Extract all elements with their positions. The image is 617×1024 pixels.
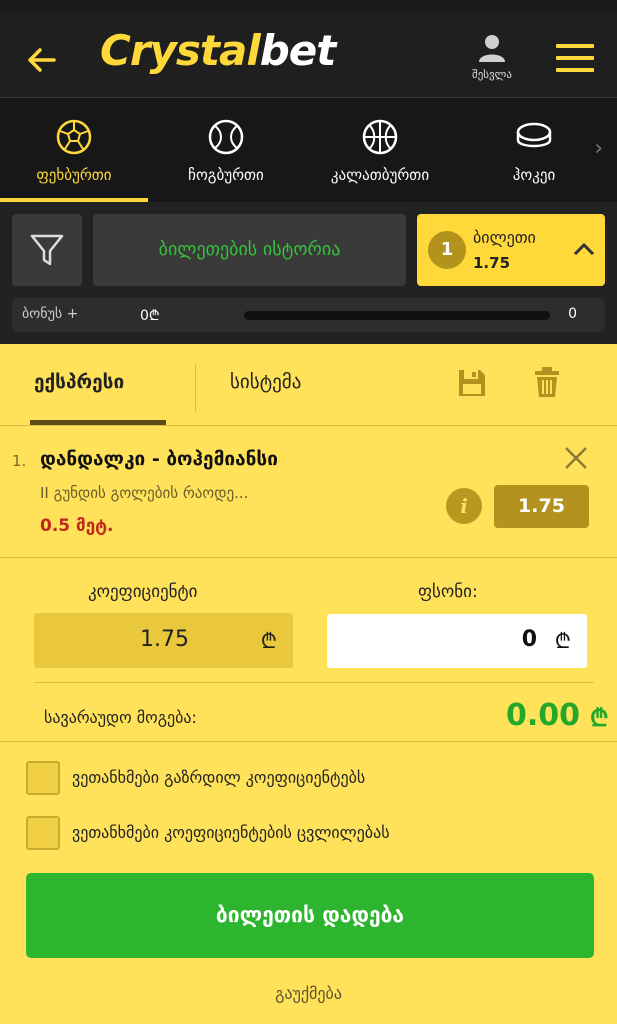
bet-selection: 1. დანდალკი - ბოჰემიანსი II გუნდის გოლებ… [0,426,617,558]
divider [34,682,594,683]
lari-icon: ₾ [590,704,609,732]
close-icon[interactable] [564,446,588,470]
save-icon[interactable] [457,368,487,398]
selection-odds: 1.75 [494,485,589,528]
potential-win-label: სავარაუდო მოგება: [44,708,197,727]
back-arrow-icon[interactable] [24,42,60,78]
lari-icon: ₾ [554,629,571,653]
hockey-puck-icon [516,122,552,148]
sport-label: ჩოგბურთი [188,166,264,184]
filter-button[interactable] [12,214,82,286]
tab-system[interactable]: სისტემა [230,371,301,393]
accept-increased-odds-label: ვეთანხმები გაზრდილ კოეფიციენტებს [72,768,366,787]
accept-odds-change-label: ვეთანხმები კოეფიციენტების ცვლილებას [72,823,390,842]
accept-increased-odds-checkbox[interactable] [26,761,60,795]
betslip-bar: ბილეთების ისტორია 1 ბილეთი 1.75 ბონუს + … [0,202,617,344]
tennis-ball-icon [208,119,244,155]
user-icon [479,35,505,62]
ticket-history-button[interactable]: ბილეთების ისტორია [93,214,406,286]
bonus-end-value: 0 [568,306,577,322]
sports-nav: ფეხბურთი ჩოგბურთი კალათბურთი ჰოკეი › [0,98,617,202]
potential-win-value: 0.00 [506,698,581,733]
ticket-toggle[interactable]: 1 ბილეთი 1.75 [417,214,605,286]
sport-label: ფეხბურთი [36,166,112,184]
bonus-progress-track [244,311,550,320]
ticket-label: ბილეთი [473,228,536,247]
sport-label: კალათბურთი [330,166,430,184]
stake-label: ფსონი: [418,582,478,602]
lari-icon: ₾ [260,629,277,653]
crystalbet-logo[interactable]: Crystalbet [100,26,336,75]
sport-tab-tennis[interactable]: ჩოგბურთი [152,98,300,202]
info-icon[interactable]: i [446,488,482,524]
bet-type-tabs: ექსპრესი სისტემა [0,344,617,426]
login-label: შესვლა [472,68,512,81]
sport-label: ჰოკეი [512,166,556,184]
sport-tab-football[interactable]: ფეხბურთი [0,98,148,202]
hamburger-menu-icon[interactable] [556,42,594,74]
stake-value: 0 [521,627,537,652]
active-tab-underline [30,420,166,425]
coefficient-field: 1.75 ₾ [34,613,293,668]
app-header: Crystalbet შესვლა [0,0,617,98]
login-button[interactable]: შესვლა [462,32,522,81]
soccer-ball-icon [56,119,92,155]
bonus-value: 0₾ [140,308,160,324]
divider [195,364,196,412]
bonus-progress: ბონუს + 0₾ 0 [12,298,605,332]
event-name: დანდალკი - ბოჰემიანსი [40,448,278,470]
bonus-label: ბონუს + [22,306,79,322]
selection-index: 1. [12,452,27,470]
coefficient-label: კოეფიციენტი [88,582,198,602]
market-name: II გუნდის გოლების რაოდე... [40,484,249,502]
cancel-button[interactable]: გაუქმება [0,984,617,1003]
chevron-right-icon[interactable]: › [594,136,603,161]
basketball-icon [362,119,398,155]
ticket-odds: 1.75 [473,254,511,272]
coefficient-value: 1.75 [140,627,189,652]
trash-icon[interactable] [534,366,560,398]
tab-express[interactable]: ექსპრესი [34,371,124,393]
chevron-up-icon [573,242,595,256]
funnel-icon [30,234,64,266]
place-bet-button[interactable]: ბილეთის დადება [26,873,594,958]
pick-name: 0.5 მეტ. [40,516,114,536]
ticket-count-badge: 1 [428,231,466,269]
stake-input[interactable]: 0 ₾ [327,614,587,668]
sport-tab-hockey[interactable]: ჰოკეი [460,98,608,202]
sport-tab-basketball[interactable]: კალათბურთი [304,98,456,202]
accept-odds-change-checkbox[interactable] [26,816,60,850]
stake-section: კოეფიციენტი ფსონი: 1.75 ₾ 0 ₾ სავარაუდო … [0,558,617,742]
